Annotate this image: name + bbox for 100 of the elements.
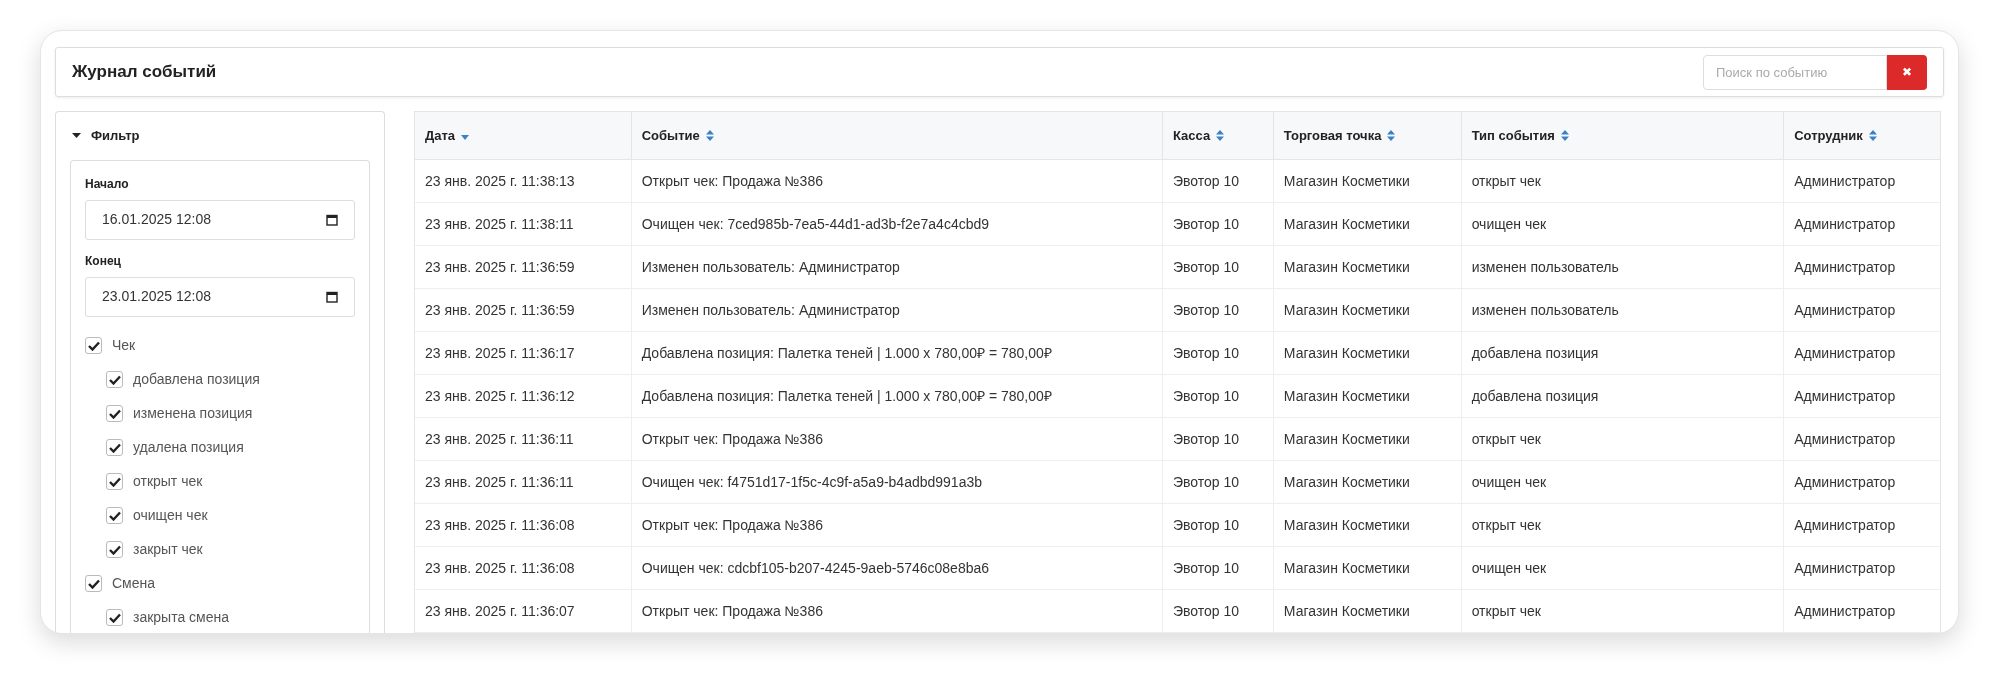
checkbox-label: добавлена позиция: [133, 370, 260, 389]
table-cell: Администратор: [1783, 246, 1940, 288]
table-cell: Администратор: [1783, 289, 1940, 331]
table-cell: Администратор: [1783, 547, 1940, 589]
checkbox-label: изменена позиция: [133, 404, 253, 423]
table-cell: Магазин Косметики: [1272, 246, 1461, 288]
table-cell: Эвотор 10: [1162, 160, 1273, 202]
checkbox-label: закрыт чек: [133, 540, 203, 559]
table-cell: Открыт чек: Продажа №386: [630, 418, 1162, 460]
datetime-field[interactable]: 16.01.2025 12:08: [85, 199, 355, 240]
field-label: Конец: [85, 252, 122, 270]
column-header[interactable]: Касса: [1162, 112, 1273, 159]
table-cell-text: 23 янв. 2025 г. 11:36:08: [424, 558, 576, 578]
table-cell: открыт чек: [1460, 418, 1784, 460]
table-cell: Очищен чек: cdcbf105-b207-4245-9aeb-5746c08e8ba6: [630, 547, 1162, 589]
table-cell: Администратор: [1783, 504, 1940, 546]
table-cell: Магазин Косметики: [1272, 375, 1461, 417]
table-cell: изменен пользователь: [1460, 246, 1784, 288]
column-header[interactable]: Дата: [415, 112, 631, 159]
table-cell: Эвотор 10: [1162, 590, 1273, 632]
table-cell: Эвотор 10: [1162, 203, 1273, 245]
checkbox[interactable]: [106, 541, 123, 558]
table-cell: Магазин Косметики: [1272, 504, 1461, 546]
table-cell: Администратор: [1783, 160, 1940, 202]
table-cell: Магазин Косметики: [1272, 332, 1461, 374]
table-cell: Эвотор 10: [1162, 332, 1273, 374]
table-cell: Эвотор 10: [1162, 289, 1273, 331]
table-cell: Магазин Косметики: [1272, 461, 1461, 503]
table-cell: Эвотор 10: [1162, 246, 1273, 288]
table-cell-text: 23 янв. 2025 г. 11:36:59: [424, 300, 576, 320]
checkbox[interactable]: [106, 371, 123, 388]
table-cell-text: 23 янв. 2025 г. 11:38:11: [424, 214, 575, 234]
checkbox-label: удалена позиция: [133, 438, 244, 457]
table-cell-text: 23 янв. 2025 г. 11:36:07: [424, 601, 576, 621]
table-cell: Эвотор 10: [1162, 375, 1273, 417]
checkbox-label: очищен чек: [133, 506, 208, 525]
table-cell-text: 23 янв. 2025 г. 11:36:12: [424, 386, 576, 406]
calendar-icon[interactable]: [326, 213, 338, 226]
column-header[interactable]: Тип события: [1460, 112, 1784, 159]
table-cell: Очищен чек: 7ced985b-7ea5-44d1-ad3b-f2e7a4c4cbd9: [630, 203, 1162, 245]
table-cell: Магазин Косметики: [1272, 160, 1461, 202]
table-cell: Администратор: [1783, 590, 1940, 632]
table-cell: Магазин Косметики: [1272, 289, 1461, 331]
table-cell: Добавлена позиция: Палетка теней | 1.000 x 780,00₽ = 780,00₽: [630, 375, 1162, 417]
table-cell: Изменен пользователь: Администратор: [630, 289, 1162, 331]
table-cell-text: 23 янв. 2025 г. 11:38:13: [424, 171, 576, 191]
clear-button[interactable]: ✖: [1887, 54, 1927, 90]
table-cell-text: 23 янв. 2025 г. 11:36:17: [424, 343, 576, 363]
column-header[interactable]: Событие: [630, 112, 1162, 159]
table-cell: открыт чек: [1460, 590, 1784, 632]
search-field[interactable]: Поиск по событию: [1703, 54, 1887, 90]
checkbox[interactable]: [106, 507, 123, 524]
table-cell: открыт чек: [1460, 160, 1784, 202]
caret-icon: [72, 132, 81, 139]
column-header[interactable]: Торговая точка: [1272, 112, 1461, 159]
table-cell: Открыт чек: Продажа №386: [630, 160, 1162, 202]
checkbox-label: Смена: [112, 574, 156, 593]
checkbox[interactable]: [106, 609, 123, 626]
table-cell-text: 23 янв. 2025 г. 11:36:11: [424, 429, 575, 449]
table-cell: добавлена позиция: [1460, 375, 1784, 417]
table-cell: очищен чек: [1460, 547, 1784, 589]
table-cell: Открыт чек: Продажа №386: [630, 504, 1162, 546]
calendar-icon[interactable]: [326, 290, 338, 303]
table-cell: Эвотор 10: [1162, 461, 1273, 503]
page-title: Журнал событий: [72, 61, 217, 84]
table-cell: Открыт чек: Продажа №386: [630, 590, 1162, 632]
checkbox[interactable]: [106, 439, 123, 456]
table-cell: Эвотор 10: [1162, 547, 1273, 589]
table-cell: открыт чек: [1460, 504, 1784, 546]
table-cell: Магазин Косметики: [1272, 418, 1461, 460]
table-cell-text: 23 янв. 2025 г. 11:36:59: [424, 257, 576, 277]
table-cell: Эвотор 10: [1162, 504, 1273, 546]
checkbox[interactable]: [106, 473, 123, 490]
table-cell: очищен чек: [1460, 203, 1784, 245]
checkbox-label: Чек: [112, 336, 136, 355]
checkbox[interactable]: [85, 337, 102, 354]
table-cell: Администратор: [1783, 332, 1940, 374]
field-label: Начало: [85, 175, 130, 193]
checkbox-label: открыт чек: [133, 472, 203, 491]
column-header[interactable]: Сотрудник: [1783, 112, 1940, 159]
table-cell: изменен пользователь: [1460, 289, 1784, 331]
table-cell: Магазин Косметики: [1272, 547, 1461, 589]
table-cell: Администратор: [1783, 418, 1940, 460]
table-cell: добавлена позиция: [1460, 332, 1784, 374]
checkbox-label: закрыта смена: [133, 608, 230, 627]
table-cell: Администратор: [1783, 375, 1940, 417]
table-cell: Магазин Косметики: [1272, 203, 1461, 245]
table-cell: очищен чек: [1460, 461, 1784, 503]
filter-toggle[interactable]: Фильтр: [72, 126, 140, 146]
table-cell: Эвотор 10: [1162, 418, 1273, 460]
table-cell: Администратор: [1783, 461, 1940, 503]
datetime-field[interactable]: 23.01.2025 12:08: [85, 276, 355, 317]
table-cell: Изменен пользователь: Администратор: [630, 246, 1162, 288]
checkbox[interactable]: [106, 405, 123, 422]
checkbox[interactable]: [85, 575, 102, 592]
table-cell: Очищен чек: f4751d17-1f5c-4c9f-a5a9-b4adbd991a3b: [630, 461, 1162, 503]
table-cell: Добавлена позиция: Палетка теней | 1.000 x 780,00₽ = 780,00₽: [630, 332, 1162, 374]
table-cell: Администратор: [1783, 203, 1940, 245]
table-cell-text: 23 янв. 2025 г. 11:36:08: [424, 515, 576, 535]
table-cell: Магазин Косметики: [1272, 590, 1461, 632]
